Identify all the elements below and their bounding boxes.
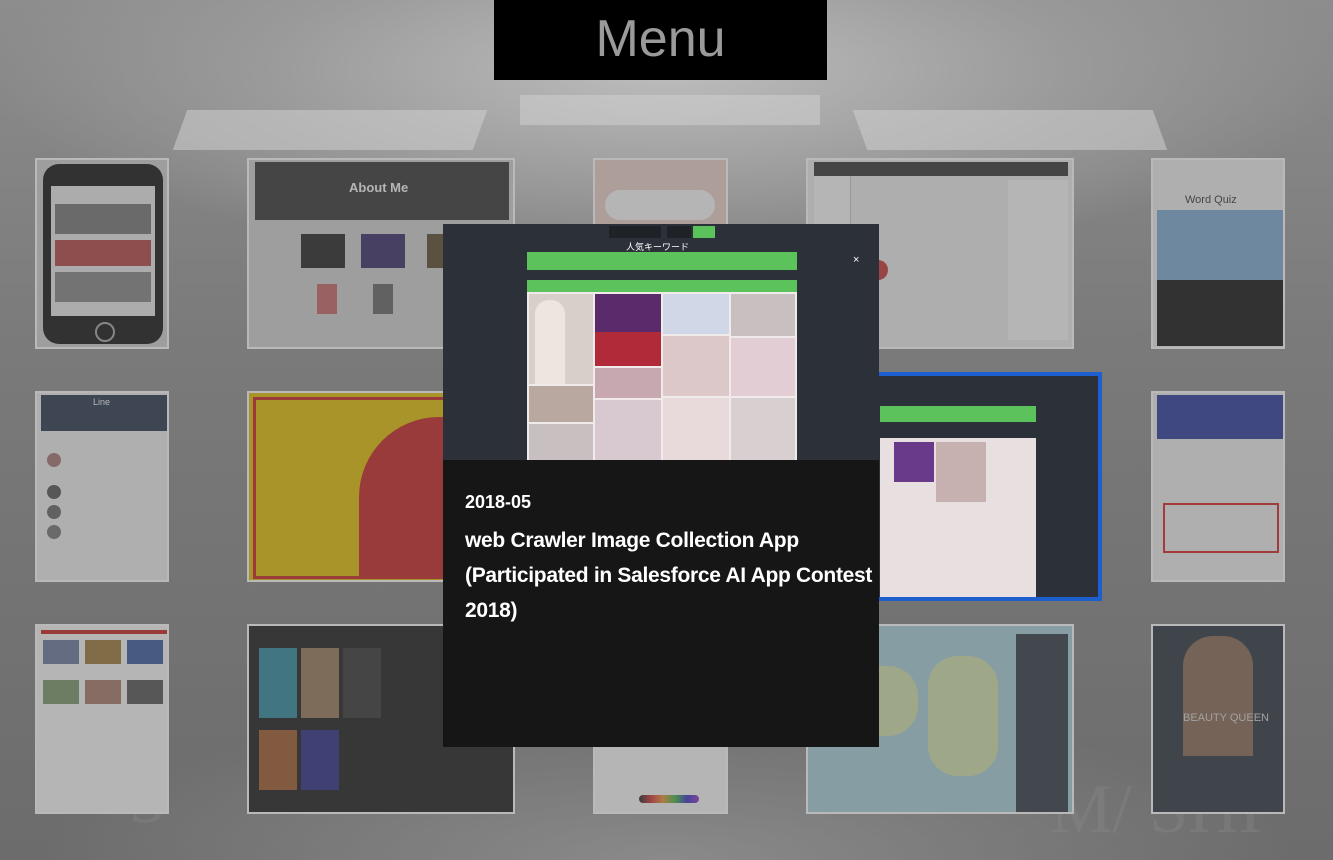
project-screenshot: 人気キーワード ×	[443, 224, 879, 460]
project-tile-line[interactable]: Line	[35, 391, 169, 582]
project-tile-word-quiz[interactable]: Word Quiz	[1151, 158, 1285, 349]
project-detail-modal: 人気キーワード × 2018-05 web Crawler Image Coll…	[443, 224, 879, 747]
project-tile-clouds[interactable]	[593, 158, 728, 228]
project-date: 2018-05	[465, 492, 532, 512]
project-tile-drawing-app[interactable]	[593, 745, 728, 814]
word-quiz-title: Word Quiz	[1185, 194, 1237, 206]
project-description: web Crawler Image Collection App (Partic…	[465, 529, 873, 622]
project-tile-web-crawler[interactable]	[872, 372, 1102, 601]
project-tile-beauty-queen[interactable]: BEAUTY QUEEN	[1151, 624, 1285, 814]
line-title: Line	[93, 397, 111, 407]
close-icon[interactable]: ×	[853, 254, 859, 266]
project-tile-video-list[interactable]	[35, 624, 169, 814]
menu-button[interactable]: Menu	[494, 0, 827, 80]
project-tile-car-rental[interactable]	[1151, 391, 1285, 582]
beauty-queen-title: BEAUTY QUEEN	[1183, 712, 1269, 724]
about-me-title: About Me	[349, 180, 409, 195]
project-tile-car-app[interactable]	[35, 158, 169, 349]
